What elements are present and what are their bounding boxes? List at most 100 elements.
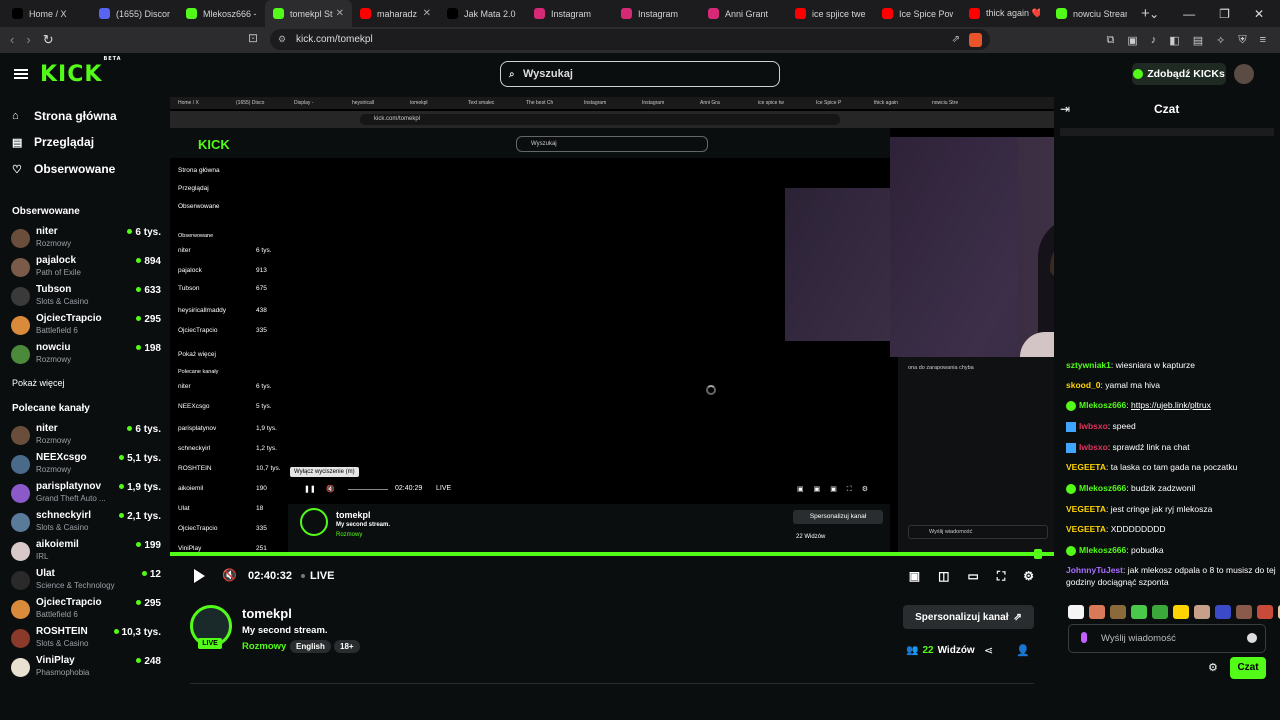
theater-mode-icon[interactable]: ▭ xyxy=(967,569,978,584)
sidebar-item-home[interactable]: ⌂ Strona główna xyxy=(12,109,117,123)
back-icon[interactable]: ‹ xyxy=(10,32,14,48)
sidebar-channel[interactable]: niter Rozmowy 6 tys. xyxy=(11,422,161,448)
chat-username[interactable]: skood_0 xyxy=(1066,380,1101,390)
browser-tab[interactable]: Instagram xyxy=(613,0,700,27)
settings-gear-icon[interactable]: ⚙ xyxy=(1023,569,1034,584)
emoji-icon[interactable] xyxy=(1247,633,1257,643)
chat-input[interactable]: Wyślij wiadomość xyxy=(1068,624,1266,653)
collapse-chat-icon[interactable]: ⇥ xyxy=(1060,102,1070,116)
follow-user-icon[interactable]: 👤 xyxy=(1016,644,1030,657)
hamburger-menu-icon[interactable] xyxy=(14,69,28,79)
emote-icon[interactable] xyxy=(1236,605,1252,619)
share-icon[interactable]: ⋖ xyxy=(984,644,993,657)
chat-username[interactable]: Mlekosz666 xyxy=(1079,483,1126,493)
chat-username[interactable]: Mlekosz666 xyxy=(1079,400,1126,410)
browser-tab[interactable]: Ice Spice Powe xyxy=(874,0,961,27)
sidebar-channel[interactable]: ViniPlay Phasmophobia 248 xyxy=(11,654,161,680)
sidebar-channel[interactable]: OjciecTrapcio Battlefield 6 295 xyxy=(11,596,161,622)
chat-link[interactable]: https://ujeb.link/pltrux xyxy=(1131,400,1211,410)
emote-icon[interactable] xyxy=(1257,605,1273,619)
sidebar-toggle-icon[interactable]: ◧ xyxy=(1169,34,1179,47)
pip-icon[interactable]: ▣ xyxy=(909,569,920,584)
browser-tab[interactable]: maharadz ✕ xyxy=(352,0,439,27)
browser-tab[interactable]: nowciu Stream xyxy=(1048,0,1135,27)
brave-shield-icon[interactable] xyxy=(969,32,982,47)
list-tabs-icon[interactable]: ⌄ xyxy=(1149,7,1159,21)
emote-icon[interactable] xyxy=(1068,605,1084,619)
sidebar-channel[interactable]: aikoiemil IRL 199 xyxy=(11,538,161,564)
customize-channel-button[interactable]: Spersonalizuj kanał ⇗ xyxy=(903,605,1034,629)
share-icon[interactable]: ⇗ xyxy=(952,34,960,45)
chat-username[interactable]: VEGEETA xyxy=(1066,504,1106,514)
chat-username[interactable]: VEGEETA xyxy=(1066,462,1106,472)
ai-icon[interactable]: ✧ xyxy=(1216,34,1225,47)
browser-tab[interactable]: ice spjice twerl xyxy=(787,0,874,27)
chat-username[interactable]: VEGEETA xyxy=(1066,524,1106,534)
wallet-icon[interactable]: ▣ xyxy=(1127,34,1137,47)
fullscreen-icon[interactable]: ⛶ xyxy=(997,569,1005,584)
kick-logo[interactable]: KICKBETA xyxy=(40,56,121,87)
browser-tab[interactable]: Instagram xyxy=(526,0,613,27)
sidebar-item-following[interactable]: ♡ Obserwowane xyxy=(12,162,115,176)
sidebar-channel[interactable]: ROSHTEIN Slots & Casino 10,3 tys. xyxy=(11,625,161,651)
sidebar-item-browse[interactable]: ▤ Przeglądaj xyxy=(12,135,94,149)
close-window-icon[interactable]: ✕ xyxy=(1254,7,1264,21)
minimize-icon[interactable]: — xyxy=(1183,7,1195,21)
emote-icon[interactable] xyxy=(1089,605,1105,619)
user-avatar[interactable] xyxy=(1234,64,1254,84)
browser-tab[interactable]: Anni Grant xyxy=(700,0,787,27)
close-tab-icon[interactable]: ✕ xyxy=(423,8,431,19)
search-input[interactable]: ⌕ Wyszukaj xyxy=(500,61,780,87)
sidebar-channel[interactable]: Ulat Science & Technology 12 xyxy=(11,567,161,593)
forward-icon[interactable]: › xyxy=(26,32,30,48)
tag-18plus[interactable]: 18+ xyxy=(334,640,360,653)
emote-icon[interactable] xyxy=(1152,605,1168,619)
emote-icon[interactable] xyxy=(1194,605,1210,619)
bookmark-icon[interactable]: ⊡ xyxy=(248,31,258,45)
emote-icon[interactable] xyxy=(1215,605,1231,619)
chat-send-button[interactable]: Czat xyxy=(1230,657,1266,679)
extension-icon[interactable]: ⧉ xyxy=(1107,34,1115,47)
chat-username[interactable]: JohnnyTuJest xyxy=(1066,565,1123,575)
streamer-name[interactable]: tomekpl xyxy=(242,606,292,621)
tag-english[interactable]: English xyxy=(290,640,331,653)
address-bar[interactable]: ⚙ kick.com/tomekpl ⇗ xyxy=(270,29,990,50)
browser-tab[interactable]: Jak Mata 2.0 xyxy=(439,0,526,27)
browser-tab[interactable]: tomekpl St ✕ xyxy=(265,0,352,27)
chat-username[interactable]: Iwbsxo xyxy=(1079,421,1108,431)
seek-handle[interactable] xyxy=(1034,549,1042,559)
menu-icon[interactable]: ≡ xyxy=(1260,34,1266,47)
chat-settings-icon[interactable]: ⚙ xyxy=(1208,661,1218,674)
sidebar-channel[interactable]: OjciecTrapcio Battlefield 6 295 xyxy=(11,312,161,338)
chat-username[interactable]: Mlekosz666 xyxy=(1079,545,1126,555)
microphone-icon[interactable] xyxy=(1081,632,1087,643)
get-kicks-button[interactable]: Zdobądź KICKs xyxy=(1132,63,1226,85)
sidebar-channel[interactable]: NEEXcsgo Rozmowy 5,1 tys. xyxy=(11,451,161,477)
maximize-icon[interactable]: ❐ xyxy=(1219,7,1230,21)
reload-icon[interactable]: ↻ xyxy=(43,32,54,48)
emote-icon[interactable] xyxy=(1110,605,1126,619)
browser-tab[interactable]: (1655) Discord xyxy=(91,0,178,27)
emote-icon[interactable] xyxy=(1131,605,1147,619)
emote-icon[interactable] xyxy=(1173,605,1189,619)
sidebar-channel[interactable]: nowciu Rozmowy 198 xyxy=(11,341,161,367)
sidebar-channel[interactable]: Tubson Slots & Casino 633 xyxy=(11,283,161,309)
chat-username[interactable]: Iwbsxo xyxy=(1079,442,1108,452)
leo-icon[interactable]: ▤ xyxy=(1193,34,1203,47)
browser-tab[interactable]: Home / X xyxy=(4,0,91,27)
play-icon[interactable] xyxy=(194,569,205,583)
sidebar-channel[interactable]: pajalock Path of Exile 894 xyxy=(11,254,161,280)
sidebar-channel[interactable]: parisplatynov Grand Theft Auto ... 1,9 tys… xyxy=(11,480,161,506)
browser-tab[interactable]: thick again ❤️ xyxy=(961,0,1048,27)
music-icon[interactable]: ♪ xyxy=(1151,34,1157,47)
site-info-icon[interactable]: ⚙ xyxy=(278,34,286,45)
browser-tab[interactable]: Mlekosz666 - xyxy=(178,0,265,27)
live-indicator[interactable]: LIVE xyxy=(301,570,334,582)
vpn-icon[interactable]: ⛨ xyxy=(1238,34,1246,47)
show-more-link[interactable]: Pokaż więcej xyxy=(12,378,65,388)
clip-icon[interactable]: ◫ xyxy=(938,569,949,584)
sidebar-channel[interactable]: schneckyirl Slots & Casino 2,1 tys. xyxy=(11,509,161,535)
stream-category[interactable]: Rozmowy xyxy=(242,641,286,652)
sidebar-channel[interactable]: niter Rozmowy 6 tys. xyxy=(11,225,161,251)
close-tab-icon[interactable]: ✕ xyxy=(336,8,344,19)
